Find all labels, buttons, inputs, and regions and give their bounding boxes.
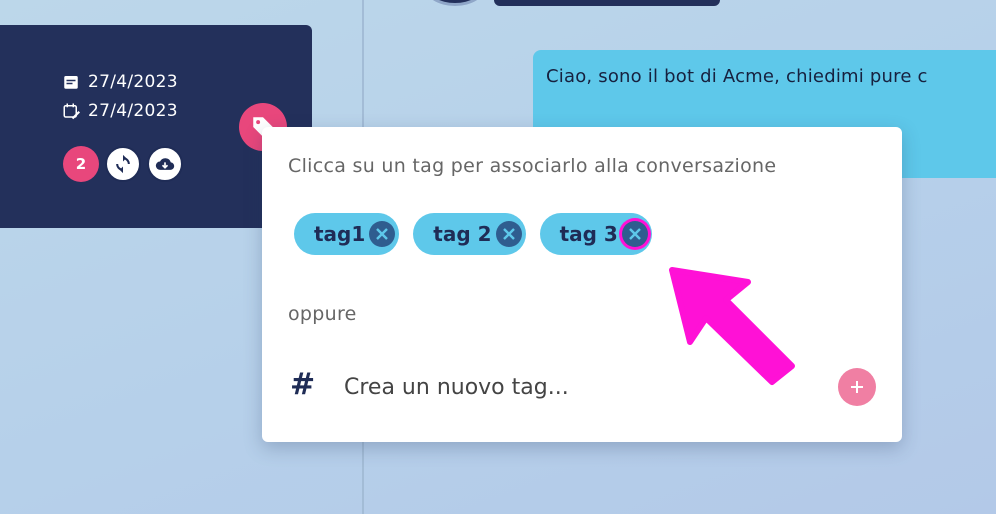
tag-popup: Clicca su un tag per associarlo alla con… [262,127,902,442]
close-icon [376,228,389,240]
sync-button[interactable] [105,146,141,182]
download-button[interactable] [147,146,183,182]
tag-chip-tag-3[interactable]: tag 3 [539,213,652,255]
created-date-row: 27/4/2023 [62,72,178,92]
event-note-icon [64,76,78,89]
tag-list: tag1 tag 2 tag 3 [294,213,652,255]
close-icon [502,228,515,240]
or-label: oppure [288,303,357,325]
bot-message-text: Ciao, sono il bot di Acme, chiedimi pure… [546,66,928,87]
calendar-edit-icon [63,103,80,120]
hashtag-icon: # [290,367,316,402]
message-count-badge[interactable]: 2 [63,146,99,182]
remove-tag-button[interactable] [369,221,396,247]
remove-tag-button[interactable] [621,221,648,247]
popup-title: Clicca su un tag per associarlo alla con… [288,155,777,177]
updated-date-row: 27/4/2023 [62,101,178,121]
conversation-badges: 2 [63,146,183,182]
annotation-arrow-icon [669,267,795,385]
close-icon [628,228,641,240]
tag-chip-tag-2[interactable]: tag 2 [413,213,526,255]
remove-tag-button[interactable] [495,221,522,247]
tag-chip-label: tag1 [314,222,366,246]
created-date: 27/4/2023 [88,72,178,92]
updated-date: 27/4/2023 [88,101,178,121]
plus-icon [851,381,863,393]
tag-chip-tag1[interactable]: tag1 [294,213,400,255]
sync-icon [116,154,130,174]
cloud-download-icon [155,158,175,170]
add-tag-button[interactable] [838,368,876,406]
tag-chip-label: tag 2 [433,222,492,246]
tag-chip-label: tag 3 [559,222,618,246]
avatar [424,0,486,6]
header-bar [494,0,720,6]
